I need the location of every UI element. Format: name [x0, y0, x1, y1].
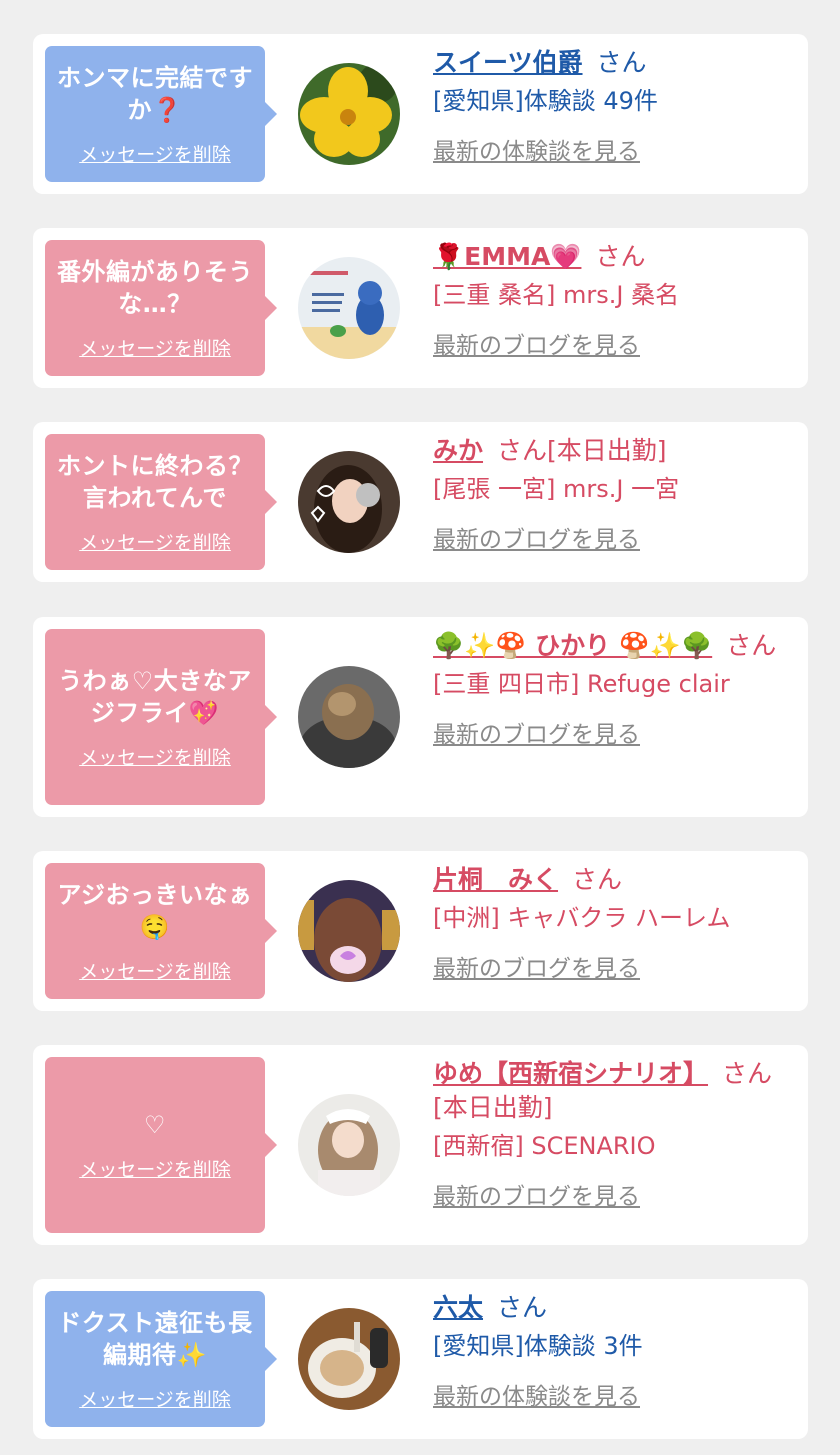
delete-message-link[interactable]: メッセージを削除 [79, 1155, 231, 1182]
avatar[interactable] [298, 63, 400, 165]
message-bubble: 番外編がありそうな…？ メッセージを削除 [45, 240, 277, 376]
avatar[interactable] [298, 257, 400, 359]
user-location: [三重 四日市] Refuge clair [433, 670, 730, 698]
user-suffix: さん [596, 48, 647, 77]
avatar[interactable] [298, 451, 400, 553]
delete-message-link[interactable]: メッセージを削除 [79, 743, 231, 770]
user-suffix: さん[本日出勤] [497, 436, 667, 465]
delete-message-link[interactable]: メッセージを削除 [79, 140, 231, 167]
list-item: ドクスト遠征も長編期待✨ メッセージを削除 六太 さん [愛知県]体験談 3件 最… [33, 1279, 808, 1439]
latest-post-link[interactable]: 最新のブログを見る [433, 949, 640, 983]
user-suffix: さん [572, 865, 623, 894]
message-bubble: ♡ メッセージを削除 [45, 1057, 277, 1233]
latest-post-link[interactable]: 最新のブログを見る [433, 1177, 640, 1211]
delete-message-link[interactable]: メッセージを削除 [79, 957, 231, 984]
user-name-link[interactable]: 🌳✨🍄 ひかり 🍄✨🌳 [433, 631, 712, 660]
user-suffix: さん [497, 1293, 548, 1322]
list-item: うわぁ♡大きなアジフライ💖 メッセージを削除 🌳✨🍄 ひかり 🍄✨🌳 さん [三重… [33, 617, 808, 817]
user-info: ゆめ【西新宿シナリオ】 さん[本日出勤] [西新宿] SCENARIO 最新のブロ… [433, 1057, 778, 1211]
user-suffix: さん [595, 242, 646, 271]
user-name-link[interactable]: みか [433, 436, 483, 465]
list-item: アジおっきいなぁ🤤 メッセージを削除 片桐 みく さん [中洲] キャバクラ ハー… [33, 851, 808, 1011]
message-bubble: ドクスト遠征も長編期待✨ メッセージを削除 [45, 1291, 277, 1427]
user-info: スイーツ伯爵 さん [愛知県]体験談 49件 最新の体験談を見る [433, 46, 778, 166]
latest-post-link[interactable]: 最新の体験談を見る [433, 1377, 640, 1411]
message-text: 番外編がありそうな…？ [57, 257, 253, 318]
user-name-link[interactable]: 片桐 みく [433, 865, 558, 894]
message-bubble: うわぁ♡大きなアジフライ💖 メッセージを削除 [45, 629, 277, 805]
list-item: ホントに終わる？言われてんで メッセージを削除 みか さん[本日出勤] [尾張 一… [33, 422, 808, 582]
avatar[interactable] [298, 1094, 400, 1196]
message-text: アジおっきいなぁ🤤 [57, 880, 253, 941]
user-location: [愛知県]体験談 3件 [433, 1332, 643, 1360]
user-suffix: さん [726, 631, 777, 660]
list-item: ♡ メッセージを削除 ゆめ【西新宿シナリオ】 さん[本日出勤] [西新宿] SCE… [33, 1045, 808, 1245]
user-info: 🌹EMMA💗 さん [三重 桑名] mrs.J 桑名 最新のブログを見る [433, 240, 778, 360]
message-text: ホンマに完結ですか❓ [57, 63, 253, 124]
user-info: 六太 さん [愛知県]体験談 3件 最新の体験談を見る [433, 1291, 778, 1411]
message-bubble: アジおっきいなぁ🤤 メッセージを削除 [45, 863, 277, 999]
user-name-link[interactable]: ゆめ【西新宿シナリオ】 [433, 1059, 708, 1088]
user-location: [中洲] キャバクラ ハーレム [433, 904, 731, 932]
user-info: 片桐 みく さん [中洲] キャバクラ ハーレム 最新のブログを見る [433, 863, 778, 983]
delete-message-link[interactable]: メッセージを削除 [79, 334, 231, 361]
latest-post-link[interactable]: 最新のブログを見る [433, 326, 640, 360]
message-bubble: ホンマに完結ですか❓ メッセージを削除 [45, 46, 277, 182]
delete-message-link[interactable]: メッセージを削除 [79, 528, 231, 555]
user-name-link[interactable]: 🌹EMMA💗 [433, 242, 581, 271]
user-name-link[interactable]: 六太 [433, 1293, 483, 1322]
list-item: ホンマに完結ですか❓ メッセージを削除 スイーツ伯爵 さん [愛知県]体験談 49… [33, 34, 808, 194]
user-info: 🌳✨🍄 ひかり 🍄✨🌳 さん [三重 四日市] Refuge clair 最新のブ… [433, 629, 778, 749]
avatar[interactable] [298, 666, 400, 768]
latest-post-link[interactable]: 最新のブログを見る [433, 520, 640, 554]
message-bubble: ホントに終わる？言われてんで メッセージを削除 [45, 434, 277, 570]
message-text: ドクスト遠征も長編期待✨ [57, 1308, 253, 1369]
user-location: [愛知県]体験談 49件 [433, 87, 658, 115]
user-location: [尾張 一宮] mrs.J 一宮 [433, 475, 680, 503]
user-name-link[interactable]: スイーツ伯爵 [433, 48, 583, 77]
avatar[interactable] [298, 1308, 400, 1410]
message-text: うわぁ♡大きなアジフライ💖 [58, 666, 252, 727]
message-text: ホントに終わる？言われてんで [57, 451, 253, 512]
user-location: [三重 桑名] mrs.J 桑名 [433, 281, 680, 309]
message-text: ♡ [143, 1110, 166, 1139]
avatar[interactable] [298, 880, 400, 982]
list-item: 番外編がありそうな…？ メッセージを削除 🌹EMMA💗 さん [三重 桑名] mr… [33, 228, 808, 388]
latest-post-link[interactable]: 最新のブログを見る [433, 715, 640, 749]
favorites-list: ホンマに完結ですか❓ メッセージを削除 スイーツ伯爵 さん [愛知県]体験談 49… [0, 0, 840, 1455]
user-location: [西新宿] SCENARIO [433, 1132, 656, 1160]
latest-post-link[interactable]: 最新の体験談を見る [433, 132, 640, 166]
user-info: みか さん[本日出勤] [尾張 一宮] mrs.J 一宮 最新のブログを見る [433, 434, 778, 554]
delete-message-link[interactable]: メッセージを削除 [79, 1385, 231, 1412]
